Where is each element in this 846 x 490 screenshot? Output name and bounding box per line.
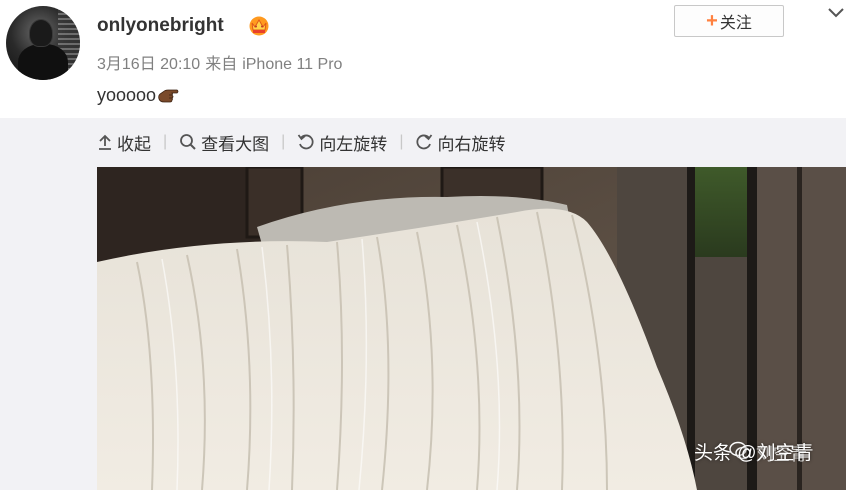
- avatar[interactable]: [6, 6, 80, 80]
- avatar-head: [30, 20, 52, 46]
- rotate-left-icon: [298, 134, 314, 150]
- rotate-left-button[interactable]: 向左旋转: [297, 130, 387, 155]
- rotate-right-button[interactable]: 向右旋转: [415, 130, 505, 155]
- media-panel: 收起 | 查看大图 | 向左旋转 | 向右旋转: [0, 118, 846, 490]
- collapse-button[interactable]: 收起: [97, 130, 151, 155]
- view-large-label: 查看大图: [201, 134, 270, 154]
- rotate-right-icon: [416, 134, 433, 150]
- collapse-label: 收起: [117, 134, 151, 154]
- plus-icon: +: [706, 10, 718, 32]
- magnifier-icon: [180, 134, 196, 150]
- toolbar-divider: |: [163, 133, 168, 150]
- rotate-right-label: 向右旋转: [437, 134, 506, 154]
- toolbar-divider: |: [399, 133, 404, 150]
- post-meta: 3月16日 20:10 来自 iPhone 11 Pro: [97, 50, 347, 74]
- rotate-left-label: 向左旋转: [319, 134, 388, 154]
- pointing-hand-emoji-icon: [158, 89, 179, 103]
- follow-button[interactable]: + 关注: [674, 5, 784, 37]
- post-source[interactable]: iPhone 11 Pro: [242, 56, 342, 73]
- watermark-label: 头条 @刘空青: [694, 443, 814, 464]
- weibo-post: onlyonebright 3月16日 20:10 来自 iPhone 11 Pro…: [0, 0, 846, 490]
- vip-crown-icon[interactable]: [247, 14, 271, 36]
- toolbar-divider: |: [281, 133, 286, 150]
- collapse-arrow-icon: [99, 134, 111, 150]
- follow-label: 关注: [719, 15, 752, 32]
- post-date[interactable]: 3月16日 20:10: [97, 56, 200, 73]
- post-content: yooooo: [97, 84, 179, 106]
- view-large-button[interactable]: 查看大图: [179, 130, 269, 155]
- chevron-down-icon[interactable]: [826, 5, 846, 21]
- source-prefix: 来自: [205, 56, 238, 73]
- media-toolbar: 收起 | 查看大图 | 向左旋转 | 向右旋转: [97, 130, 505, 154]
- username[interactable]: onlyonebright: [97, 15, 224, 37]
- post-text: yooooo: [97, 84, 157, 105]
- watermark: 头条 @刘空青: [694, 438, 814, 465]
- avatar-shoulders: [18, 44, 68, 80]
